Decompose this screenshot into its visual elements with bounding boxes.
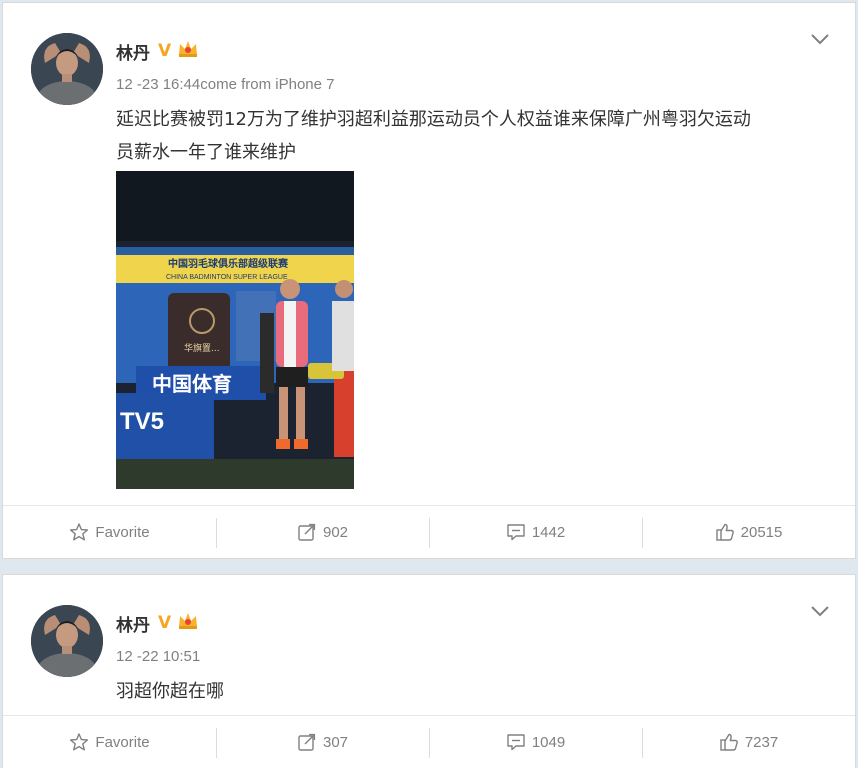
weibo-post: 林丹 V 12 -23 16:44come from iPhone 7 延迟比赛… <box>2 2 856 559</box>
avatar[interactable] <box>31 605 103 677</box>
like-button[interactable]: 20515 <box>642 506 855 558</box>
comment-count: 1049 <box>531 733 566 751</box>
sign-text: 中国体育 <box>152 372 232 396</box>
post-meta: 12 -23 16:44come from iPhone 7 <box>116 76 334 93</box>
post-text-line: 羽超你超在哪 <box>116 681 224 702</box>
repost-count: 307 <box>322 733 349 751</box>
post-text: 羽超你超在哪 <box>116 675 836 708</box>
weibo-post: 林丹 V 12 -22 10:51 羽超你超在哪 Favorite 307 10… <box>2 574 856 768</box>
timestamp[interactable]: 12 -22 10:51 <box>116 648 200 665</box>
repost-button[interactable]: 307 <box>216 716 429 768</box>
favorite-button[interactable]: Favorite <box>3 716 216 768</box>
like-count: 7237 <box>744 733 779 751</box>
repost-count: 902 <box>322 523 349 541</box>
repost-icon <box>298 523 316 541</box>
action-bar: Favorite 902 1442 20515 <box>3 505 855 558</box>
verified-badge-icon: V <box>158 613 172 633</box>
action-bar: Favorite 307 1049 7237 <box>3 715 855 768</box>
crown-icon <box>177 611 199 636</box>
comment-count: 1442 <box>531 523 566 541</box>
post-text-line: 延迟比赛被罚12万为了维护羽超利益那运动员个人权益谁来保障广州粤羽欠运动 <box>116 109 751 130</box>
crown-icon <box>177 39 199 64</box>
board-text: 华旗置... <box>184 342 220 354</box>
favorite-label: Favorite <box>95 523 150 541</box>
author-row: 林丹 V <box>116 39 199 63</box>
post-photo[interactable]: 中国羽毛球俱乐部超级联赛 CHINA BADMINTON SUPER LEAGU… <box>116 171 354 489</box>
comment-button[interactable]: 1442 <box>429 506 642 558</box>
repost-button[interactable]: 902 <box>216 506 429 558</box>
chevron-down-icon[interactable] <box>809 603 831 619</box>
repost-icon <box>298 733 316 751</box>
comment-icon <box>507 524 525 541</box>
banner-en-text: CHINA BADMINTON SUPER LEAGUE <box>166 274 288 281</box>
thumbs-up-icon <box>715 523 734 541</box>
star-icon <box>70 733 89 751</box>
comment-icon <box>507 734 525 751</box>
like-count: 20515 <box>740 523 783 541</box>
post-text: 延迟比赛被罚12万为了维护羽超利益那运动员个人权益谁来保障广州粤羽欠运动 员薪水… <box>116 103 836 169</box>
post-text-line: 员薪水一年了谁来维护 <box>116 142 296 163</box>
verified-badge-icon: V <box>158 41 172 61</box>
star-icon <box>70 523 89 541</box>
favorite-label: Favorite <box>95 733 150 751</box>
avatar[interactable] <box>31 33 103 105</box>
author-row: 林丹 V <box>116 611 199 635</box>
timestamp[interactable]: 12 -23 16:44 <box>116 76 200 93</box>
username[interactable]: 林丹 <box>116 39 150 64</box>
tv-logo-text: TV5 <box>120 408 164 435</box>
banner-cn-text: 中国羽毛球俱乐部超级联赛 <box>168 257 289 270</box>
chevron-down-icon[interactable] <box>809 31 831 47</box>
favorite-button[interactable]: Favorite <box>3 506 216 558</box>
post-source: come from iPhone 7 <box>200 76 335 93</box>
post-meta: 12 -22 10:51 <box>116 648 200 665</box>
thumbs-up-icon <box>720 733 738 751</box>
like-button[interactable]: 7237 <box>642 716 855 768</box>
username[interactable]: 林丹 <box>116 611 150 636</box>
comment-button[interactable]: 1049 <box>429 716 642 768</box>
